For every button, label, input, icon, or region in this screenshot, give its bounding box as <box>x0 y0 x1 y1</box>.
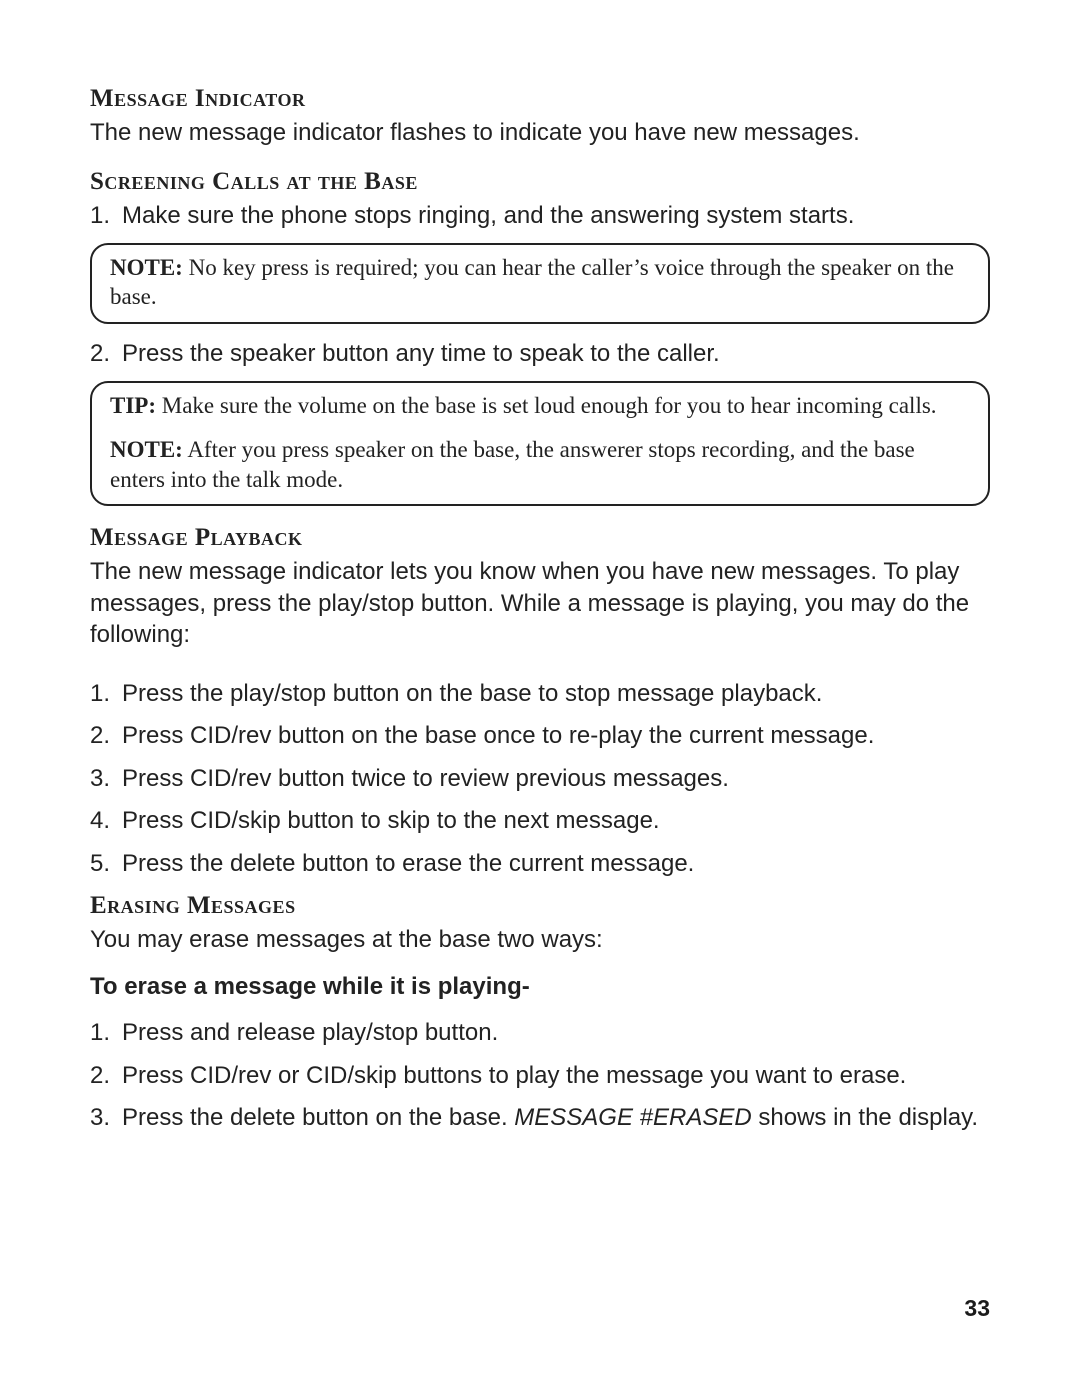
list-item: Press the delete button to erase the cur… <box>90 848 990 880</box>
list-item-text-post: shows in the display. <box>752 1104 978 1131</box>
heading-message-indicator: Message Indicator <box>90 85 990 113</box>
list-item: Make sure the phone stops ringing, and t… <box>90 200 990 232</box>
note-box: NOTE: No key press is required; you can … <box>90 243 990 325</box>
list-item: Press CID/skip button to skip to the nex… <box>90 805 990 837</box>
heading-screening-calls: Screening Calls at the Base <box>90 168 990 196</box>
list-item: Press the delete button on the base. MES… <box>90 1102 990 1134</box>
list-item: Press the play/stop button on the base t… <box>90 678 990 710</box>
list-item: Press CID/rev button on the base once to… <box>90 720 990 752</box>
body-erasing-messages: You may erase messages at the base two w… <box>90 924 990 955</box>
list-item: Press and release play/stop button. <box>90 1017 990 1049</box>
note-label: NOTE: <box>110 255 183 280</box>
note-body: After you press speaker on the base, the… <box>110 437 915 492</box>
list-item-text-pre: Press the delete button on the base. <box>122 1104 514 1131</box>
note-text: NOTE: After you press speaker on the bas… <box>110 435 970 495</box>
body-message-playback: The new message indicator lets you know … <box>90 556 990 650</box>
body-message-indicator: The new message indicator flashes to ind… <box>90 117 990 148</box>
heading-message-playback: Message Playback <box>90 524 990 552</box>
subheading-erase-playing: To erase a message while it is playing- <box>90 973 990 1001</box>
note-body: No key press is required; you can hear t… <box>110 255 954 310</box>
page-number: 33 <box>964 1295 990 1322</box>
list-item-text-italic: MESSAGE #ERASED <box>514 1104 751 1131</box>
note-label: NOTE: <box>110 437 183 462</box>
list-item: Press CID/rev button twice to review pre… <box>90 763 990 795</box>
list-item: Press CID/rev or CID/skip buttons to pla… <box>90 1060 990 1092</box>
note-text: NOTE: No key press is required; you can … <box>110 253 970 313</box>
tip-text: TIP: Make sure the volume on the base is… <box>110 391 970 421</box>
note-box: TIP: Make sure the volume on the base is… <box>90 381 990 507</box>
list-item: Press the speaker button any time to spe… <box>90 338 990 370</box>
heading-erasing-messages: Erasing Messages <box>90 892 990 920</box>
tip-body: Make sure the volume on the base is set … <box>156 393 937 418</box>
tip-label: TIP: <box>110 393 156 418</box>
